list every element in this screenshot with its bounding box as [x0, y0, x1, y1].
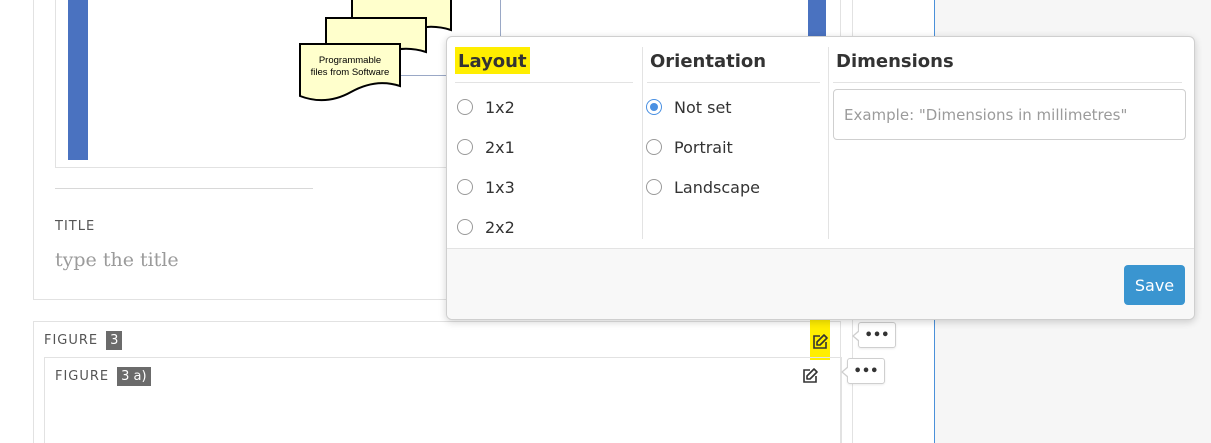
figure-3-number: 3: [106, 331, 123, 350]
layout-heading: Layout: [455, 47, 633, 83]
edit-icon: [803, 368, 818, 383]
radio-icon[interactable]: [457, 219, 473, 235]
layout-popup: Layout 1x2 2x1 1x3 2x2 Orientation Not s…: [446, 36, 1195, 320]
radio-icon[interactable]: [457, 99, 473, 115]
figure-3a-label-text: FIGURE: [55, 369, 110, 384]
dimensions-column: Dimensions: [828, 47, 1188, 239]
radio-icon[interactable]: [457, 139, 473, 155]
figure-3-label: FIGURE 3: [44, 331, 123, 350]
title-label: TITLE: [55, 219, 96, 234]
orientation-option-landscape[interactable]: Landscape: [643, 167, 826, 207]
edit-icon: [813, 334, 828, 349]
orientation-option-label: Not set: [674, 97, 732, 117]
diagram-blue-bar: [68, 0, 88, 160]
layout-option-2x1[interactable]: 2x1: [455, 127, 639, 167]
radio-checked-icon[interactable]: [646, 99, 662, 115]
popup-footer: Save: [447, 248, 1194, 319]
radio-icon[interactable]: [457, 179, 473, 195]
orientation-option-label: Portrait: [674, 137, 733, 157]
layout-option-1x2[interactable]: 1x2: [455, 87, 639, 127]
document-stack-diagram: Programmable files from Software: [299, 0, 452, 102]
layout-option-label: 2x2: [485, 217, 515, 237]
orientation-heading: Orientation: [647, 47, 820, 83]
orientation-option-portrait[interactable]: Portrait: [643, 127, 826, 167]
save-button[interactable]: Save: [1124, 265, 1185, 305]
figure-3-more-button[interactable]: •••: [852, 322, 896, 348]
diagram-label-line1: Programmable: [319, 55, 381, 66]
layout-option-label: 1x3: [485, 177, 515, 197]
figure-3a-number: 3 a): [117, 367, 151, 386]
caption-divider: [55, 188, 313, 189]
diagram-label-line2: files from Software: [311, 67, 390, 78]
figure-3a-edit-button[interactable]: [800, 366, 820, 386]
layout-column: Layout 1x2 2x1 1x3 2x2: [455, 47, 639, 239]
layout-heading-text: Layout: [455, 47, 530, 74]
layout-option-2x2[interactable]: 2x2: [455, 207, 639, 247]
radio-icon[interactable]: [646, 139, 662, 155]
orientation-column: Orientation Not set Portrait Landscape: [642, 47, 826, 239]
diagram-frame-line: [500, 0, 501, 38]
layout-option-label: 2x1: [485, 137, 515, 157]
layout-option-1x3[interactable]: 1x3: [455, 167, 639, 207]
figure-3a-more-button[interactable]: •••: [841, 358, 885, 384]
orientation-option-not-set[interactable]: Not set: [643, 87, 826, 127]
diagram-blue-bar-right: [808, 0, 826, 40]
orientation-option-label: Landscape: [674, 177, 760, 197]
title-input[interactable]: type the title: [55, 249, 179, 271]
layout-option-label: 1x2: [485, 97, 515, 117]
radio-icon[interactable]: [646, 179, 662, 195]
figure-3a-label: FIGURE 3 a): [55, 367, 151, 386]
dimensions-heading: Dimensions: [833, 47, 1182, 83]
dimensions-input[interactable]: [833, 89, 1186, 140]
figure-3-label-text: FIGURE: [44, 333, 99, 348]
figure-3a-panel: [44, 357, 842, 443]
